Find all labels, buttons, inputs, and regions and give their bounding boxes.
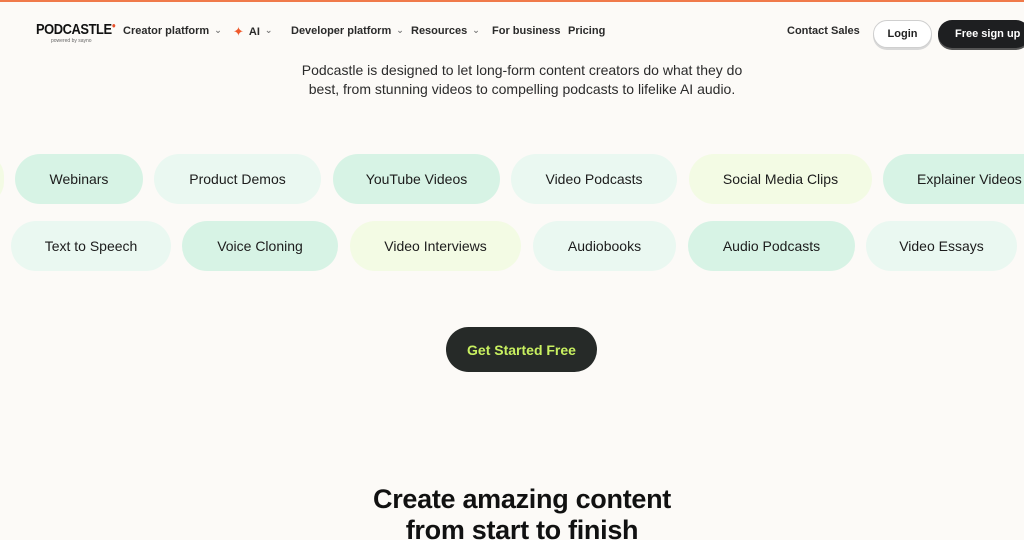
chip-label: Explainer Videos (917, 171, 1022, 187)
login-button-label: Login (887, 28, 918, 40)
chip-audiobooks[interactable]: Audiobooks (533, 221, 676, 271)
nav-creator-platform-label: Creator platform (123, 25, 210, 37)
chip-video-interviews[interactable]: Video Interviews (350, 221, 521, 271)
chip-audio-podcasts[interactable]: Audio Podcasts (688, 221, 855, 271)
logo-wordmark: PODCASTLE (36, 21, 112, 38)
chip-youtube-videos[interactable]: YouTube Videos (333, 154, 500, 204)
chip-explainer-videos[interactable]: Explainer Videos (883, 154, 1024, 204)
logo-tagline: powered by sayno (51, 38, 92, 44)
nav-resources-label: Resources (411, 25, 468, 37)
chip-social-media-clips[interactable]: Social Media Clips (689, 154, 872, 204)
free-signup-button-label: Free sign up (955, 28, 1021, 40)
get-started-free-button[interactable]: Get Started Free (446, 327, 597, 372)
chip-text-to-speech[interactable]: Text to Speech (11, 221, 171, 271)
chip-label: YouTube Videos (365, 171, 468, 187)
nav-for-business[interactable]: For business (492, 25, 560, 37)
section-heading: Create amazing content from start to fin… (262, 484, 782, 540)
chip-label: Audio Podcasts (722, 238, 821, 254)
chevron-down-icon: ⌄ (396, 24, 404, 35)
chevron-down-icon: ⌄ (264, 25, 273, 35)
intro-line-1: Podcastle is designed to let long-form c… (301, 62, 743, 78)
nav-pricing-label: Pricing (568, 25, 606, 37)
nav-contact-sales-label: Contact Sales (787, 25, 860, 37)
chip-label: Audiobooks (567, 238, 642, 254)
section-heading-line-1: Create amazing content (373, 484, 671, 514)
chip-label: Video Podcasts (545, 171, 643, 187)
login-button[interactable]: Login (873, 20, 932, 48)
chip-label: Voice Cloning (217, 238, 303, 254)
top-navbar: PODCASTLE● powered by sayno Creator plat… (0, 2, 1024, 60)
chip-label: Video Interviews (384, 238, 487, 254)
nav-developer-platform-label: Developer platform (291, 25, 392, 37)
nav-pricing[interactable]: Pricing (568, 25, 605, 37)
nav-contact-sales[interactable]: Contact Sales (787, 25, 860, 37)
chip-partial-left (0, 154, 4, 204)
nav-ai[interactable]: ✦ AI ⌄ (233, 25, 272, 38)
free-signup-button[interactable]: Free sign up (938, 20, 1024, 48)
section-heading-line-2: from start to finish (405, 515, 639, 540)
chip-label: Text to Speech (44, 238, 138, 254)
podcastle-logo[interactable]: PODCASTLE● powered by sayno (36, 22, 128, 44)
chip-product-demos[interactable]: Product Demos (154, 154, 321, 204)
get-started-free-label: Get Started Free (467, 341, 576, 358)
chip-label: Webinars (49, 171, 109, 187)
nav-developer-platform[interactable]: Developer platform ⌄ (291, 24, 404, 38)
nav-creator-platform[interactable]: Creator platform ⌄ (123, 24, 222, 38)
intro-text: Podcastle is designed to let long-form c… (262, 61, 782, 99)
intro-line-2: best, from stunning videos to compelling… (308, 81, 736, 97)
chevron-down-icon: ⌄ (214, 24, 222, 35)
chip-label: Social Media Clips (722, 171, 839, 187)
chip-webinars[interactable]: Webinars (15, 154, 143, 204)
chevron-down-icon: ⌄ (472, 24, 480, 35)
nav-resources[interactable]: Resources ⌄ (411, 24, 480, 38)
sparkle-icon: ✦ (233, 24, 244, 39)
chip-voice-cloning[interactable]: Voice Cloning (182, 221, 338, 271)
chip-label: Video Essays (899, 238, 984, 254)
nav-ai-label: AI (248, 25, 260, 38)
logo-dot-icon: ● (111, 21, 116, 30)
chip-video-essays[interactable]: Video Essays (866, 221, 1017, 271)
chip-video-podcasts[interactable]: Video Podcasts (511, 154, 677, 204)
nav-for-business-label: For business (492, 25, 561, 37)
chip-label: Product Demos (189, 171, 286, 187)
